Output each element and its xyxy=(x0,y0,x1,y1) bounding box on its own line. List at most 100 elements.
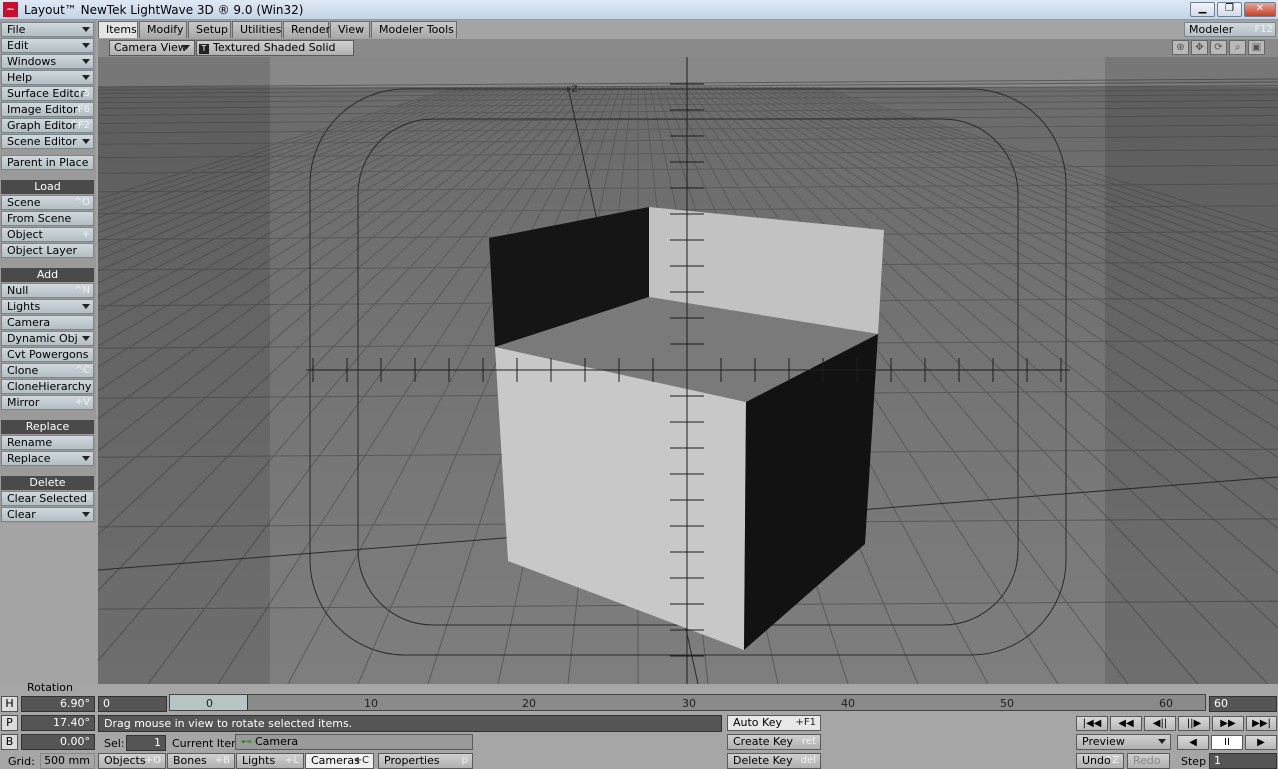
rename-button[interactable]: Rename xyxy=(1,435,94,450)
chevron-down-icon xyxy=(182,45,190,50)
grid-size-field[interactable]: 500 mm xyxy=(40,753,95,769)
start-frame-field[interactable]: 0 xyxy=(98,696,167,712)
tab-setup[interactable]: Setup xyxy=(188,21,231,38)
load-object-layer-button[interactable]: Object Layer xyxy=(1,243,94,258)
shortcut-label: F5 xyxy=(77,88,90,99)
modeler-button[interactable]: Modeler F12 xyxy=(1184,22,1276,37)
undo-button[interactable]: Undo ^Z xyxy=(1076,753,1124,769)
cvt-powergons-button[interactable]: Cvt Powergons xyxy=(1,347,94,362)
bank-field[interactable]: 0.00° xyxy=(21,734,95,750)
graph-editor-label: Graph Editor xyxy=(7,119,77,132)
next-frame-button[interactable]: ||▶ xyxy=(1178,716,1210,731)
null-label: Null xyxy=(7,284,29,297)
timeline-slider[interactable]: 0 10 20 30 40 50 60 xyxy=(169,694,1206,711)
parent-in-place-button[interactable]: Parent in Place xyxy=(1,155,94,170)
title-bar: ~ Layout™ NewTek LightWave 3D ® 9.0 (Win… xyxy=(0,0,1278,20)
image-editor-button[interactable]: Image Editor F6 xyxy=(1,102,94,117)
go-to-start-button[interactable]: |◀◀ xyxy=(1076,716,1108,731)
current-item-select[interactable]: ⊷ Camera xyxy=(235,734,473,750)
add-lights-button[interactable]: Lights xyxy=(1,299,94,314)
minimize-button[interactable]: ▁ xyxy=(1190,2,1215,17)
help-menu[interactable]: Help xyxy=(1,70,94,85)
shortcut-label: ^N xyxy=(74,285,90,296)
p-axis-toggle[interactable]: P xyxy=(1,715,18,731)
load-from-scene-label: From Scene xyxy=(7,212,72,225)
status-message: Drag mouse in view to rotate selected it… xyxy=(98,715,722,732)
preview-select[interactable]: Preview xyxy=(1076,734,1171,750)
h-axis-toggle[interactable]: H xyxy=(1,696,18,712)
add-null-button[interactable]: Null ^N xyxy=(1,283,94,298)
current-item-label: Current Item xyxy=(172,737,242,750)
auto-key-button[interactable]: Auto Key +F1 xyxy=(727,715,821,731)
play-forward-button[interactable]: ▶ xyxy=(1245,735,1277,750)
properties-button[interactable]: Properties p xyxy=(378,753,473,769)
objects-tab[interactable]: Objects +O xyxy=(98,753,166,769)
maximize-button[interactable]: ❐ xyxy=(1217,2,1242,17)
clone-button[interactable]: Clone ^C xyxy=(1,363,94,378)
load-object-button[interactable]: Object + xyxy=(1,227,94,242)
delete-key-button[interactable]: Delete Key del xyxy=(727,753,821,769)
move-view-icon[interactable]: ✥ xyxy=(1191,40,1208,55)
create-key-button[interactable]: Create Key ret xyxy=(727,734,821,750)
tab-render[interactable]: Render xyxy=(283,21,330,38)
left-toolbar: File Edit Windows Help Surface Editor F5 … xyxy=(0,21,96,523)
shading-mode-select[interactable]: T Textured Shaded Solid xyxy=(196,40,354,56)
tab-view[interactable]: View xyxy=(330,21,370,38)
mirror-button[interactable]: Mirror +V xyxy=(1,395,94,410)
heading-field[interactable]: 6.90° xyxy=(21,696,95,712)
graph-editor-button[interactable]: Graph Editor ^F2 xyxy=(1,118,94,133)
b-axis-toggle[interactable]: B xyxy=(1,734,18,750)
center-view-icon[interactable]: ⊕ xyxy=(1172,40,1189,55)
end-frame-field[interactable]: 60 xyxy=(1209,696,1277,712)
view-type-select[interactable]: Camera View xyxy=(109,40,195,56)
surface-editor-button[interactable]: Surface Editor F5 xyxy=(1,86,94,101)
tab-modeler-tools[interactable]: Modeler Tools xyxy=(371,21,457,38)
lights-tab[interactable]: Lights +L xyxy=(236,753,304,769)
tab-modify[interactable]: Modify xyxy=(139,21,187,38)
bones-label: Bones xyxy=(173,754,207,767)
load-from-scene-button[interactable]: From Scene xyxy=(1,211,94,226)
next-key-button[interactable]: ▶▶ xyxy=(1212,716,1244,731)
go-to-end-button[interactable]: ▶▶| xyxy=(1246,716,1277,731)
rotate-view-icon[interactable]: ⟳ xyxy=(1210,40,1227,55)
scene-render: +Z xyxy=(98,57,1278,684)
tick-label: 20 xyxy=(522,697,536,710)
clone-hierarchy-button[interactable]: CloneHierarchy xyxy=(1,379,94,394)
clear-button[interactable]: Clear xyxy=(1,507,94,522)
windows-menu[interactable]: Windows xyxy=(1,54,94,69)
shortcut-label: F12 xyxy=(1254,24,1273,35)
surface-editor-label: Surface Editor xyxy=(7,87,85,100)
shading-mode-label: Textured Shaded Solid xyxy=(213,41,336,54)
delete-key-label: Delete Key xyxy=(733,754,793,767)
shading-icon: T xyxy=(199,44,209,54)
previous-key-button[interactable]: ◀◀ xyxy=(1110,716,1142,731)
cameras-tab[interactable]: Cameras +C xyxy=(305,753,374,769)
step-field[interactable]: 1 xyxy=(1209,753,1277,769)
camera-viewport[interactable]: +Z xyxy=(98,57,1278,684)
play-reverse-button[interactable]: ◀ xyxy=(1177,735,1209,750)
tab-utilities[interactable]: Utilities xyxy=(232,21,282,38)
pause-button[interactable]: II xyxy=(1211,735,1243,750)
maximize-view-icon[interactable]: ▣ xyxy=(1248,40,1265,55)
redo-button[interactable]: Redo xyxy=(1127,753,1170,769)
mirror-label: Mirror xyxy=(7,396,40,409)
load-scene-button[interactable]: Scene ^O xyxy=(1,195,94,210)
sel-label: Sel: xyxy=(104,737,125,750)
add-camera-button[interactable]: Camera xyxy=(1,315,94,330)
chevron-down-icon xyxy=(82,43,90,48)
clone-label: Clone xyxy=(7,364,39,377)
close-button[interactable]: ✕ xyxy=(1244,2,1276,17)
bones-tab[interactable]: Bones +B xyxy=(167,753,235,769)
clear-selected-button[interactable]: Clear Selected - xyxy=(1,491,94,506)
add-dynamic-obj-button[interactable]: Dynamic Obj xyxy=(1,331,94,346)
scene-editor-button[interactable]: Scene Editor xyxy=(1,134,94,149)
zoom-view-icon[interactable]: ⌕ xyxy=(1229,40,1246,55)
tab-items[interactable]: Items xyxy=(98,21,138,38)
file-menu[interactable]: File xyxy=(1,22,94,37)
clear-label: Clear xyxy=(7,508,36,521)
viewport-header: Camera View T Textured Shaded Solid ⊕ ✥ ⟳… xyxy=(98,39,1278,57)
replace-button[interactable]: Replace xyxy=(1,451,94,466)
edit-menu[interactable]: Edit xyxy=(1,38,94,53)
pitch-field[interactable]: 17.40° xyxy=(21,715,95,731)
previous-frame-button[interactable]: ◀|| xyxy=(1144,716,1176,731)
